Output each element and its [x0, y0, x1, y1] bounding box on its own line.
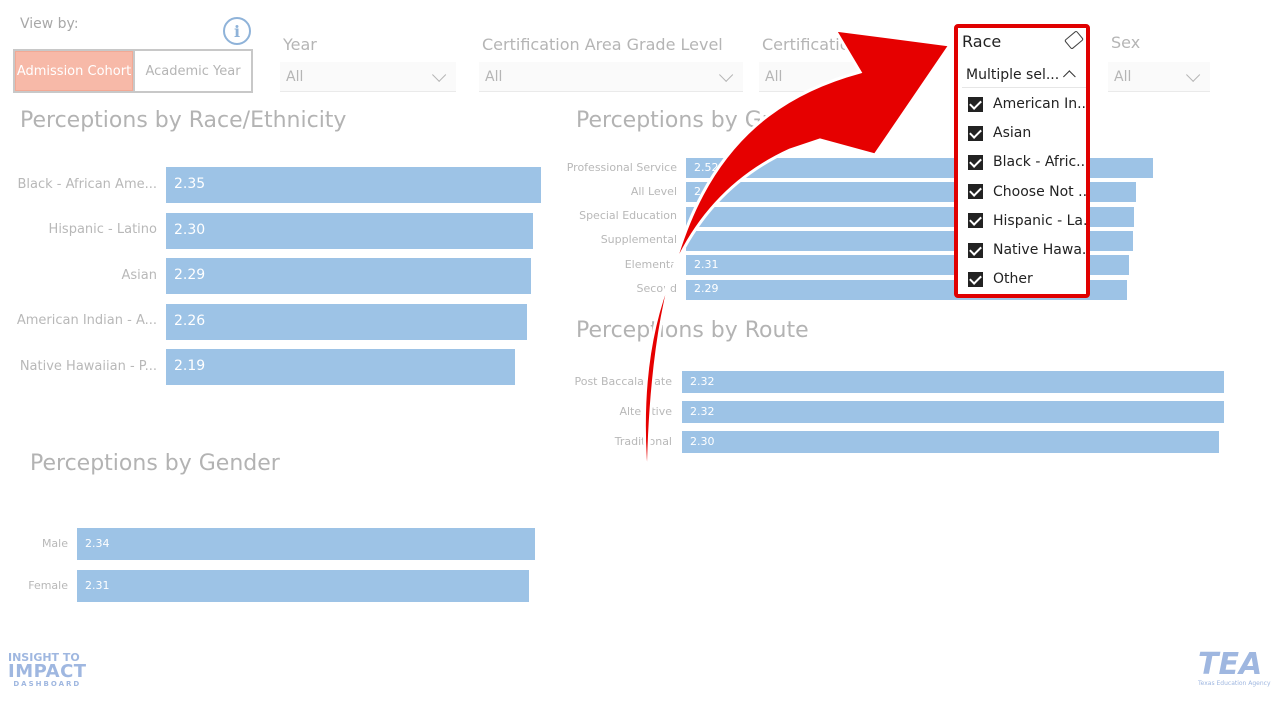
race-slicer-dropdown[interactable]: Multiple sel... [962, 62, 1086, 88]
checkbox-checked-icon[interactable] [968, 184, 983, 200]
race-option-label: Other [993, 271, 1033, 288]
race-option-label: Choose Not ... [993, 183, 1086, 200]
tea-logo: TEA Texas Education Agency [1198, 647, 1271, 688]
race-option[interactable]: Choose Not ... [968, 180, 1086, 204]
checkbox-checked-icon[interactable] [968, 125, 983, 141]
insight-to-impact-logo: INSIGHT TO IMPACT DASHBOARD [8, 651, 87, 688]
arrow-shape [642, 28, 953, 493]
race-option[interactable]: Other [968, 267, 1086, 291]
checkbox-checked-icon[interactable] [968, 96, 983, 112]
race-option[interactable]: American In... [968, 92, 1086, 116]
race-option[interactable]: Asian [968, 121, 1086, 145]
checkbox-checked-icon[interactable] [968, 242, 983, 258]
race-option-label: Hispanic - La... [993, 212, 1086, 229]
race-option-label: Black - Afric... [993, 154, 1086, 171]
race-option-label: Asian [993, 125, 1032, 142]
race-option[interactable]: Hispanic - La... [968, 209, 1086, 233]
race-option[interactable]: Black - Afric... [968, 150, 1086, 174]
race-option[interactable]: Native Hawa... [968, 238, 1086, 262]
race-slicer-selected: Multiple sel... [966, 66, 1060, 83]
race-option-label: American In... [993, 96, 1086, 112]
chevron-up-icon [1063, 70, 1076, 83]
checkbox-checked-icon[interactable] [968, 271, 983, 287]
checkbox-checked-icon[interactable] [968, 213, 983, 229]
race-slicer-title: Race [962, 32, 1002, 51]
checkbox-checked-icon[interactable] [968, 154, 983, 170]
race-option-label: Native Hawa... [993, 242, 1086, 258]
